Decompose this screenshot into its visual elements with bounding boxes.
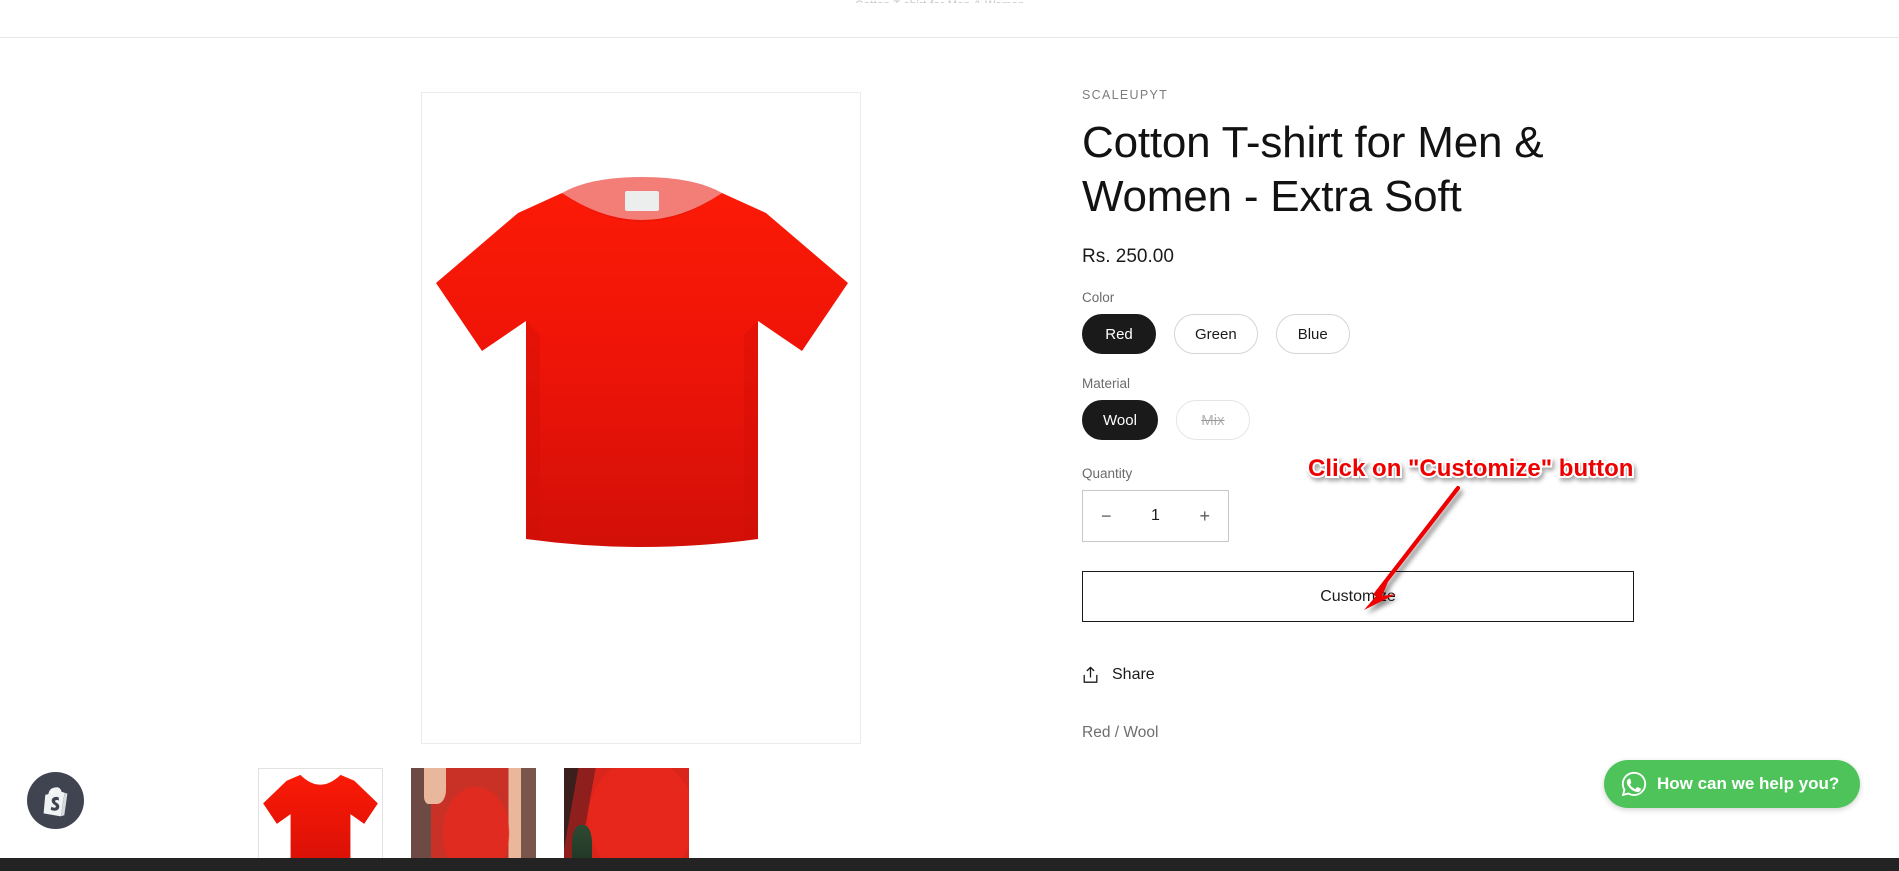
whatsapp-label: How can we help you? (1657, 774, 1840, 793)
product-gallery (0, 38, 1070, 871)
option-values-material: Wool Mix (1082, 400, 1782, 441)
quantity-decrease-button[interactable]: − (1101, 507, 1112, 525)
site-header: Cotton T-shirt for Men & Women (0, 0, 1899, 37)
option-label-color: Color (1082, 290, 1115, 306)
page-title: Cotton T-shirt for Men & Women - Extra S… (1082, 118, 1544, 221)
thumbnail-item[interactable] (258, 768, 383, 871)
variant-option-wool[interactable]: Wool (1082, 400, 1158, 441)
product-price: Rs. 250.00 (1082, 246, 1174, 268)
quantity-input[interactable]: 1 (1151, 507, 1160, 525)
variant-option-blue[interactable]: Blue (1275, 314, 1350, 355)
whatsapp-chat-button[interactable]: How can we help you? (1604, 760, 1861, 808)
variant-summary: Red / Wool (1082, 724, 1159, 742)
thumbnail-item[interactable] (564, 768, 689, 871)
tshirt-label (625, 191, 659, 211)
product-info: SCALEUPYT Cotton T-shirt for Men & Women… (1082, 38, 1782, 742)
product-page: Cotton T-shirt for Men & Women (0, 0, 1899, 871)
variant-option-red[interactable]: Red (1082, 314, 1156, 355)
quantity-stepper: − 1 + (1082, 490, 1229, 543)
share-label: Share (1112, 666, 1155, 684)
main-product-image[interactable] (421, 92, 861, 744)
option-values-color: Red Green Blue (1082, 314, 1782, 355)
thumbnail-photo (564, 768, 689, 871)
tshirt-illustration (422, 93, 860, 743)
thumbnail-photo (411, 768, 536, 871)
shopify-badge-button[interactable] (27, 772, 84, 829)
customize-button[interactable]: Customize (1082, 571, 1634, 623)
thumbnail-item[interactable] (411, 768, 536, 871)
quantity-increase-button[interactable]: + (1199, 507, 1210, 525)
variant-option-green[interactable]: Green (1174, 314, 1258, 355)
thumbnail-strip (258, 768, 689, 871)
tshirt-body (436, 193, 848, 547)
whatsapp-icon (1621, 771, 1647, 797)
shopify-bag-icon (43, 786, 67, 816)
option-label-material: Material (1082, 376, 1131, 392)
share-upload-icon (1083, 667, 1098, 684)
annotation-text: Click on "Customize" button (1306, 453, 1635, 484)
variant-option-mix: Mix (1175, 400, 1250, 441)
bottom-bar (0, 858, 1899, 871)
product-vendor: SCALEUPYT (1082, 88, 1169, 102)
share-button[interactable]: Share (1082, 666, 1155, 684)
header-ghost-text: Cotton T-shirt for Men & Women (855, 0, 1024, 3)
